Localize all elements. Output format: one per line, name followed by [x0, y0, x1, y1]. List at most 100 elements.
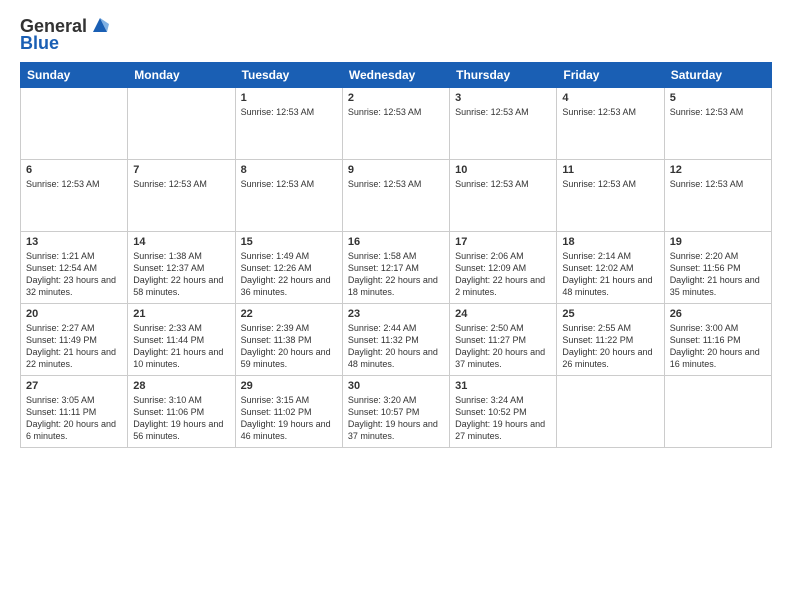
day-cell: 30Sunrise: 3:20 AM Sunset: 10:57 PM Dayl… [342, 376, 449, 448]
weekday-header-row: SundayMondayTuesdayWednesdayThursdayFrid… [21, 63, 772, 88]
day-cell: 29 Sunrise: 3:15 AM Sunset: 11:02 PM Dayl… [235, 376, 342, 448]
day-number: 18 [562, 236, 658, 248]
day-cell: 25 Sunrise: 2:55 AM Sunset: 11:22 PM Dayl… [557, 304, 664, 376]
day-cell: 11Sunrise: 12:53 AM [557, 160, 664, 232]
page: General Blue SundayMondayTuesdayWednesda… [0, 0, 792, 612]
day-cell: 12 Sunrise: 12:53 AM [664, 160, 771, 232]
day-number: 20 [26, 308, 122, 320]
day-number: 14 [133, 236, 229, 248]
day-number: 15 [241, 236, 337, 248]
day-info: Sunrise: 12:53 AM [348, 106, 444, 118]
day-number: 28 [133, 380, 229, 392]
day-number: 13 [26, 236, 122, 248]
day-info: Sunrise: 3:20 AM Sunset: 10:57 PM Daylig… [348, 394, 444, 443]
day-info: Sunrise: 12:53 AM [26, 178, 122, 190]
day-info: Sunrise: 1:21 AM Sunset: 12:54 AM Daylig… [26, 250, 122, 299]
day-number: 11 [562, 164, 658, 176]
day-number: 23 [348, 308, 444, 320]
day-cell: 5 Sunrise: 12:53 AM [664, 88, 771, 160]
day-cell: 7 Sunrise: 12:53 AM [128, 160, 235, 232]
day-number: 27 [26, 380, 122, 392]
day-info: Sunrise: 12:53 AM [670, 106, 766, 118]
day-number: 16 [348, 236, 444, 248]
day-number: 6 [26, 164, 122, 176]
day-info: Sunrise: 12:53 AM [455, 106, 551, 118]
day-cell: 14 Sunrise: 1:38 AM Sunset: 12:37 AM Dayl… [128, 232, 235, 304]
day-cell: 27Sunrise: 3:05 AM Sunset: 11:11 PM Dayl… [21, 376, 128, 448]
day-cell: 9 Sunrise: 12:53 AM [342, 160, 449, 232]
day-info: Sunrise: 2:55 AM Sunset: 11:22 PM Daylig… [562, 322, 658, 371]
weekday-header-monday: Monday [128, 63, 235, 88]
day-cell: 22Sunrise: 2:39 AM Sunset: 11:38 PM Dayl… [235, 304, 342, 376]
day-number: 24 [455, 308, 551, 320]
day-cell: 18 Sunrise: 2:14 AM Sunset: 12:02 AM Dayl… [557, 232, 664, 304]
week-row-4: 20Sunrise: 2:27 AM Sunset: 11:49 PM Dayl… [21, 304, 772, 376]
day-cell: 17 Sunrise: 2:06 AM Sunset: 12:09 AM Dayl… [450, 232, 557, 304]
day-number: 21 [133, 308, 229, 320]
day-number: 8 [241, 164, 337, 176]
week-row-3: 13 Sunrise: 1:21 AM Sunset: 12:54 AM Dayl… [21, 232, 772, 304]
day-number: 25 [562, 308, 658, 320]
day-info: Sunrise: 2:50 AM Sunset: 11:27 PM Daylig… [455, 322, 551, 371]
day-number: 7 [133, 164, 229, 176]
day-cell: 20Sunrise: 2:27 AM Sunset: 11:49 PM Dayl… [21, 304, 128, 376]
day-number: 4 [562, 92, 658, 104]
weekday-header-sunday: Sunday [21, 63, 128, 88]
day-info: Sunrise: 1:49 AM Sunset: 12:26 AM Daylig… [241, 250, 337, 299]
day-cell: 13 Sunrise: 1:21 AM Sunset: 12:54 AM Dayl… [21, 232, 128, 304]
weekday-header-friday: Friday [557, 63, 664, 88]
weekday-header-tuesday: Tuesday [235, 63, 342, 88]
day-cell: 28 Sunrise: 3:10 AM Sunset: 11:06 PM Dayl… [128, 376, 235, 448]
day-number: 31 [455, 380, 551, 392]
logo-icon [89, 14, 111, 36]
day-info: Sunrise: 2:06 AM Sunset: 12:09 AM Daylig… [455, 250, 551, 299]
day-info: Sunrise: 2:14 AM Sunset: 12:02 AM Daylig… [562, 250, 658, 299]
day-number: 10 [455, 164, 551, 176]
day-number: 12 [670, 164, 766, 176]
day-cell: 26 Sunrise: 3:00 AM Sunset: 11:16 PM Dayl… [664, 304, 771, 376]
day-cell: 24 Sunrise: 2:50 AM Sunset: 11:27 PM Dayl… [450, 304, 557, 376]
day-number: 9 [348, 164, 444, 176]
calendar-table: SundayMondayTuesdayWednesdayThursdayFrid… [20, 62, 772, 448]
day-number: 5 [670, 92, 766, 104]
day-cell: 16Sunrise: 1:58 AM Sunset: 12:17 AM Dayl… [342, 232, 449, 304]
day-info: Sunrise: 12:53 AM [670, 178, 766, 190]
day-info: Sunrise: 12:53 AM [562, 106, 658, 118]
day-cell: 2 Sunrise: 12:53 AM [342, 88, 449, 160]
day-info: Sunrise: 2:44 AM Sunset: 11:32 PM Daylig… [348, 322, 444, 371]
day-info: Sunrise: 3:15 AM Sunset: 11:02 PM Daylig… [241, 394, 337, 443]
day-cell [128, 88, 235, 160]
day-number: 26 [670, 308, 766, 320]
day-info: Sunrise: 12:53 AM [241, 178, 337, 190]
day-info: Sunrise: 2:20 AM Sunset: 11:56 PM Daylig… [670, 250, 766, 299]
day-number: 19 [670, 236, 766, 248]
day-number: 3 [455, 92, 551, 104]
day-info: Sunrise: 3:24 AM Sunset: 10:52 PM Daylig… [455, 394, 551, 443]
day-cell: 31 Sunrise: 3:24 AM Sunset: 10:52 PM Dayl… [450, 376, 557, 448]
day-number: 17 [455, 236, 551, 248]
weekday-header-thursday: Thursday [450, 63, 557, 88]
day-cell: 23 Sunrise: 2:44 AM Sunset: 11:32 PM Dayl… [342, 304, 449, 376]
day-info: Sunrise: 2:39 AM Sunset: 11:38 PM Daylig… [241, 322, 337, 371]
day-info: Sunrise: 12:53 AM [348, 178, 444, 190]
day-cell [664, 376, 771, 448]
day-info: Sunrise: 3:00 AM Sunset: 11:16 PM Daylig… [670, 322, 766, 371]
day-cell: 10Sunrise: 12:53 AM [450, 160, 557, 232]
day-cell: 15 Sunrise: 1:49 AM Sunset: 12:26 AM Dayl… [235, 232, 342, 304]
day-cell: 4 Sunrise: 12:53 AM [557, 88, 664, 160]
day-info: Sunrise: 1:38 AM Sunset: 12:37 AM Daylig… [133, 250, 229, 299]
day-info: Sunrise: 2:33 AM Sunset: 11:44 PM Daylig… [133, 322, 229, 371]
day-info: Sunrise: 12:53 AM [133, 178, 229, 190]
day-cell [557, 376, 664, 448]
day-cell: 6 Sunrise: 12:53 AM [21, 160, 128, 232]
day-number: 1 [241, 92, 337, 104]
week-row-5: 27Sunrise: 3:05 AM Sunset: 11:11 PM Dayl… [21, 376, 772, 448]
day-cell: 3 Sunrise: 12:53 AM [450, 88, 557, 160]
day-number: 2 [348, 92, 444, 104]
day-info: Sunrise: 3:10 AM Sunset: 11:06 PM Daylig… [133, 394, 229, 443]
logo: General Blue [20, 16, 111, 54]
week-row-2: 6 Sunrise: 12:53 AM 7 Sunrise: 12:53 AM 8 Sun… [21, 160, 772, 232]
weekday-header-saturday: Saturday [664, 63, 771, 88]
day-number: 29 [241, 380, 337, 392]
week-row-1: 1 Sunrise: 12:53 AM 2 Sunrise: 12:53 AM 3 Sun… [21, 88, 772, 160]
